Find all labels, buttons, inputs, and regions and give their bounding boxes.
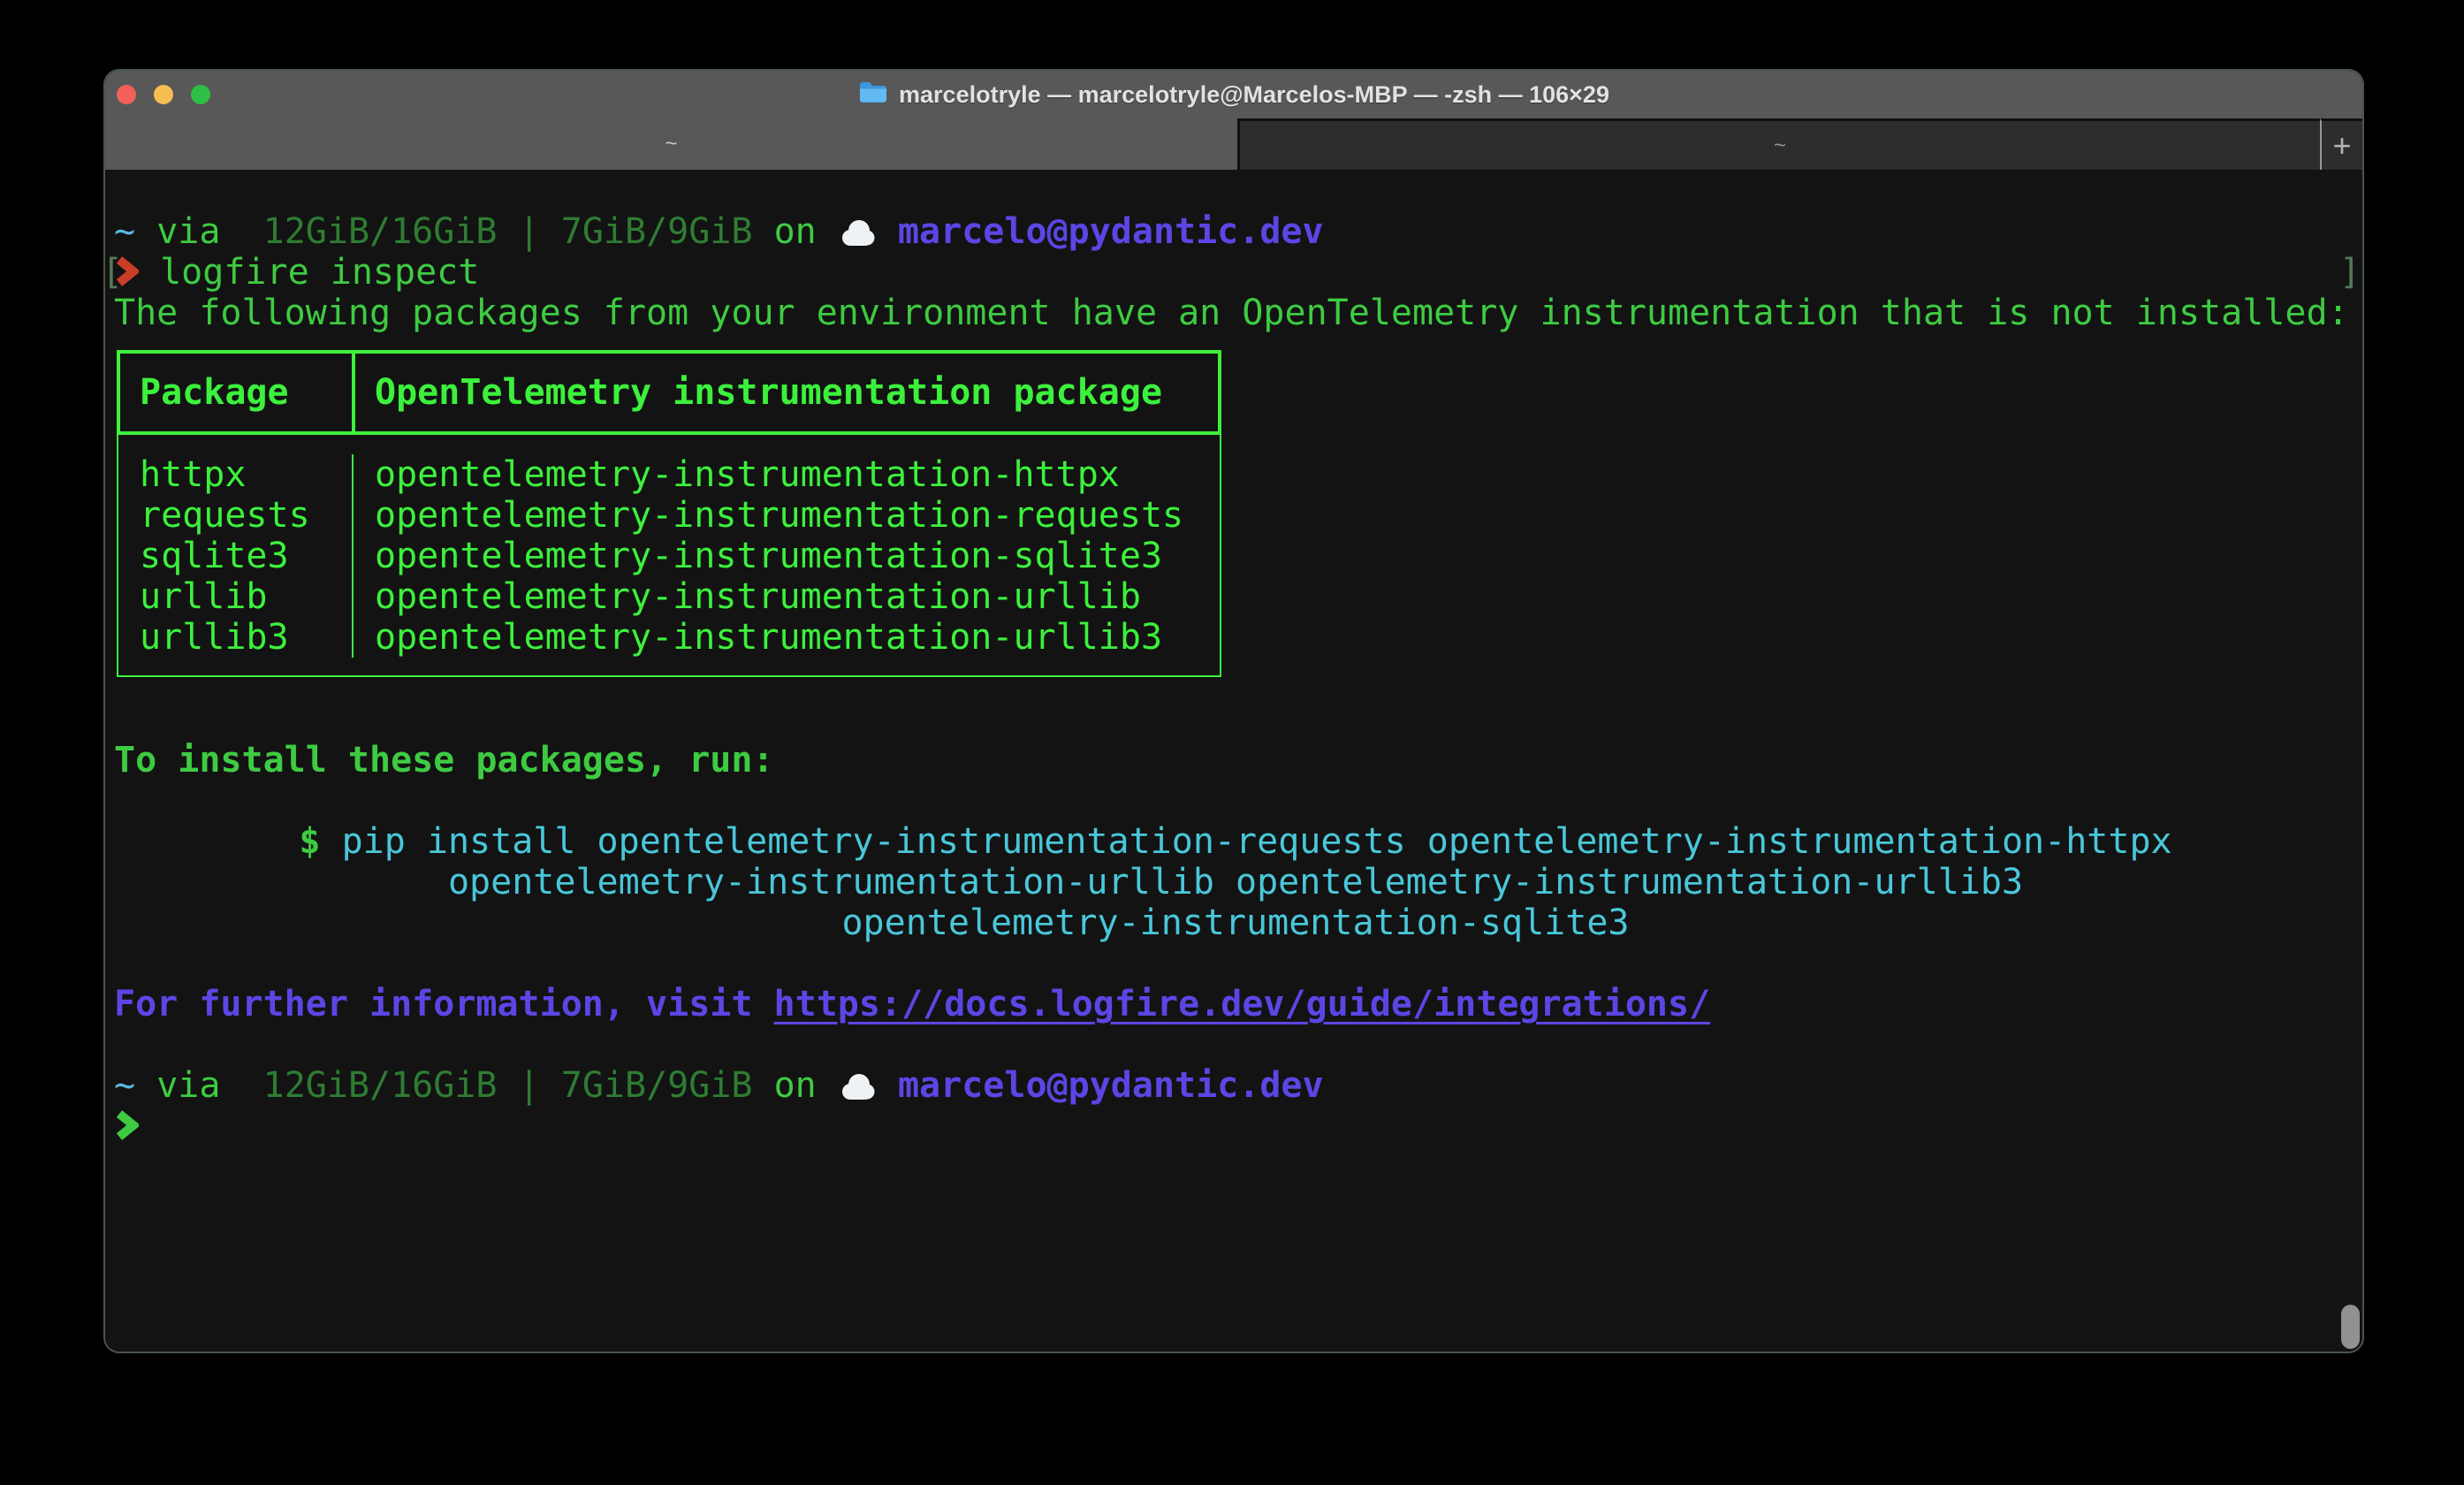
terminal-text xyxy=(135,211,156,252)
table-body: httpxopentelemetry-instrumentation-httpx… xyxy=(117,435,1221,677)
terminal-text: ~ xyxy=(114,211,135,252)
table-header-row: Package OpenTelemetry instrumentation pa… xyxy=(117,350,1221,435)
terminal-text: To install these packages, run: xyxy=(114,740,774,781)
terminal-text: For further information, visit xyxy=(114,984,774,1024)
terminal-text xyxy=(753,211,774,252)
terminal-text: opentelemetry-instrumentation-sqlite3 xyxy=(841,902,1629,943)
terminal-line: opentelemetry-instrumentation-sqlite3 xyxy=(114,902,2357,943)
table-row: urllib3opentelemetry-instrumentation-url… xyxy=(118,617,1220,658)
terminal-line: For further information, visit https://d… xyxy=(114,984,2357,1024)
terminal-window: marcelotryle — marcelotryle@Marcelos-MBP… xyxy=(103,69,2364,1353)
terminal-content[interactable]: ~ via 12GiB/16GiB | 7GiB/9GiB on marcelo… xyxy=(105,170,2362,1352)
scrollbar-thumb[interactable] xyxy=(2341,1305,2360,1349)
terminal-text xyxy=(817,1065,838,1106)
tab-active[interactable]: ~ xyxy=(105,118,1237,170)
table-cell-package: requests xyxy=(118,495,352,536)
new-tab-button[interactable]: + xyxy=(2320,118,2362,170)
table-header-cell: Package xyxy=(120,354,352,431)
terminal-line: ~ via 12GiB/16GiB | 7GiB/9GiB on marcelo… xyxy=(114,1065,2357,1106)
tab-inactive[interactable]: ~ xyxy=(1237,118,2320,170)
command-mark-close: ] xyxy=(2339,252,2361,293)
tab-bar: ~ ~ + xyxy=(105,118,2362,170)
terminal-text: via xyxy=(156,211,220,252)
traffic-lights xyxy=(117,71,210,118)
terminal-text xyxy=(753,1065,774,1106)
table-cell-package: urllib xyxy=(118,576,352,617)
table-cell-package: urllib3 xyxy=(118,617,352,658)
terminal-line: [ logfire inspect] xyxy=(114,252,2357,293)
terminal-text: 12GiB/16GiB | 7GiB/9GiB xyxy=(263,1065,753,1106)
table-cell-package: sqlite3 xyxy=(118,536,352,576)
close-button[interactable] xyxy=(117,85,136,104)
terminal-text xyxy=(220,211,262,252)
terminal-line: The following packages from your environ… xyxy=(114,293,2357,333)
table-cell-instrumentation: opentelemetry-instrumentation-httpx xyxy=(352,454,1220,495)
table-cell-instrumentation: opentelemetry-instrumentation-urllib3 xyxy=(352,617,1220,658)
terminal-text: on xyxy=(774,211,817,252)
table-cell-instrumentation: opentelemetry-instrumentation-requests xyxy=(352,495,1220,536)
terminal-text: 12GiB/16GiB | 7GiB/9GiB xyxy=(263,211,753,252)
zoom-button[interactable] xyxy=(191,85,210,104)
terminal-text xyxy=(135,1065,156,1106)
table-cell-instrumentation: opentelemetry-instrumentation-sqlite3 xyxy=(352,536,1220,576)
terminal-text: marcelo@pydantic.dev xyxy=(898,1065,1324,1106)
title-wrap: marcelotryle — marcelotryle@Marcelos-MBP… xyxy=(858,80,1609,109)
terminal-line xyxy=(114,1106,2357,1146)
table-header-cell: OpenTelemetry instrumentation package xyxy=(352,354,1218,431)
terminal-text xyxy=(877,1065,898,1106)
minimize-button[interactable] xyxy=(154,85,173,104)
table-row: httpxopentelemetry-instrumentation-httpx xyxy=(118,454,1220,495)
terminal-line: $ pip install opentelemetry-instrumentat… xyxy=(114,821,2357,862)
table-cell-package: httpx xyxy=(118,454,352,495)
tab-label: ~ xyxy=(1774,133,1786,158)
terminal-text: marcelo@pydantic.dev xyxy=(898,211,1324,252)
terminal-line: ~ via 12GiB/16GiB | 7GiB/9GiB on marcelo… xyxy=(114,211,2357,252)
terminal-text: pip install opentelemetry-instrumentatio… xyxy=(342,821,2172,862)
terminal-line: To install these packages, run: xyxy=(114,740,2357,781)
tab-label: ~ xyxy=(665,132,677,156)
title-bar[interactable]: marcelotryle — marcelotryle@Marcelos-MBP… xyxy=(105,71,2362,118)
terminal-text: $ xyxy=(299,821,320,862)
terminal-text xyxy=(817,211,838,252)
terminal-text xyxy=(220,1065,262,1106)
terminal-text xyxy=(320,821,341,862)
terminal-text: ~ xyxy=(114,1065,135,1106)
terminal-text: logfire inspect xyxy=(139,252,479,293)
table-cell-instrumentation: opentelemetry-instrumentation-urllib xyxy=(352,576,1220,617)
folder-icon xyxy=(858,80,888,109)
command-mark-open: [ xyxy=(103,252,123,293)
table-row: requestsopentelemetry-instrumentation-re… xyxy=(118,495,1220,536)
packages-table: Package OpenTelemetry instrumentation pa… xyxy=(117,350,1221,677)
window-title: marcelotryle — marcelotryle@Marcelos-MBP… xyxy=(899,81,1609,109)
terminal-text: The following packages from your environ… xyxy=(114,293,2349,333)
terminal-link[interactable]: https://docs.logfire.dev/guide/integrati… xyxy=(774,984,1711,1024)
table-row: sqlite3opentelemetry-instrumentation-sql… xyxy=(118,536,1220,576)
plus-icon: + xyxy=(2332,127,2351,164)
chevron-green-icon xyxy=(114,1106,139,1146)
terminal-text xyxy=(877,211,898,252)
terminal-text: via xyxy=(156,1065,220,1106)
terminal-text: on xyxy=(774,1065,817,1106)
cloud-icon xyxy=(838,1065,877,1106)
table-row: urllibopentelemetry-instrumentation-urll… xyxy=(118,576,1220,617)
terminal-text: opentelemetry-instrumentation-urllib ope… xyxy=(448,862,2023,902)
terminal-line: opentelemetry-instrumentation-urllib ope… xyxy=(114,862,2357,902)
cloud-icon xyxy=(838,211,877,252)
